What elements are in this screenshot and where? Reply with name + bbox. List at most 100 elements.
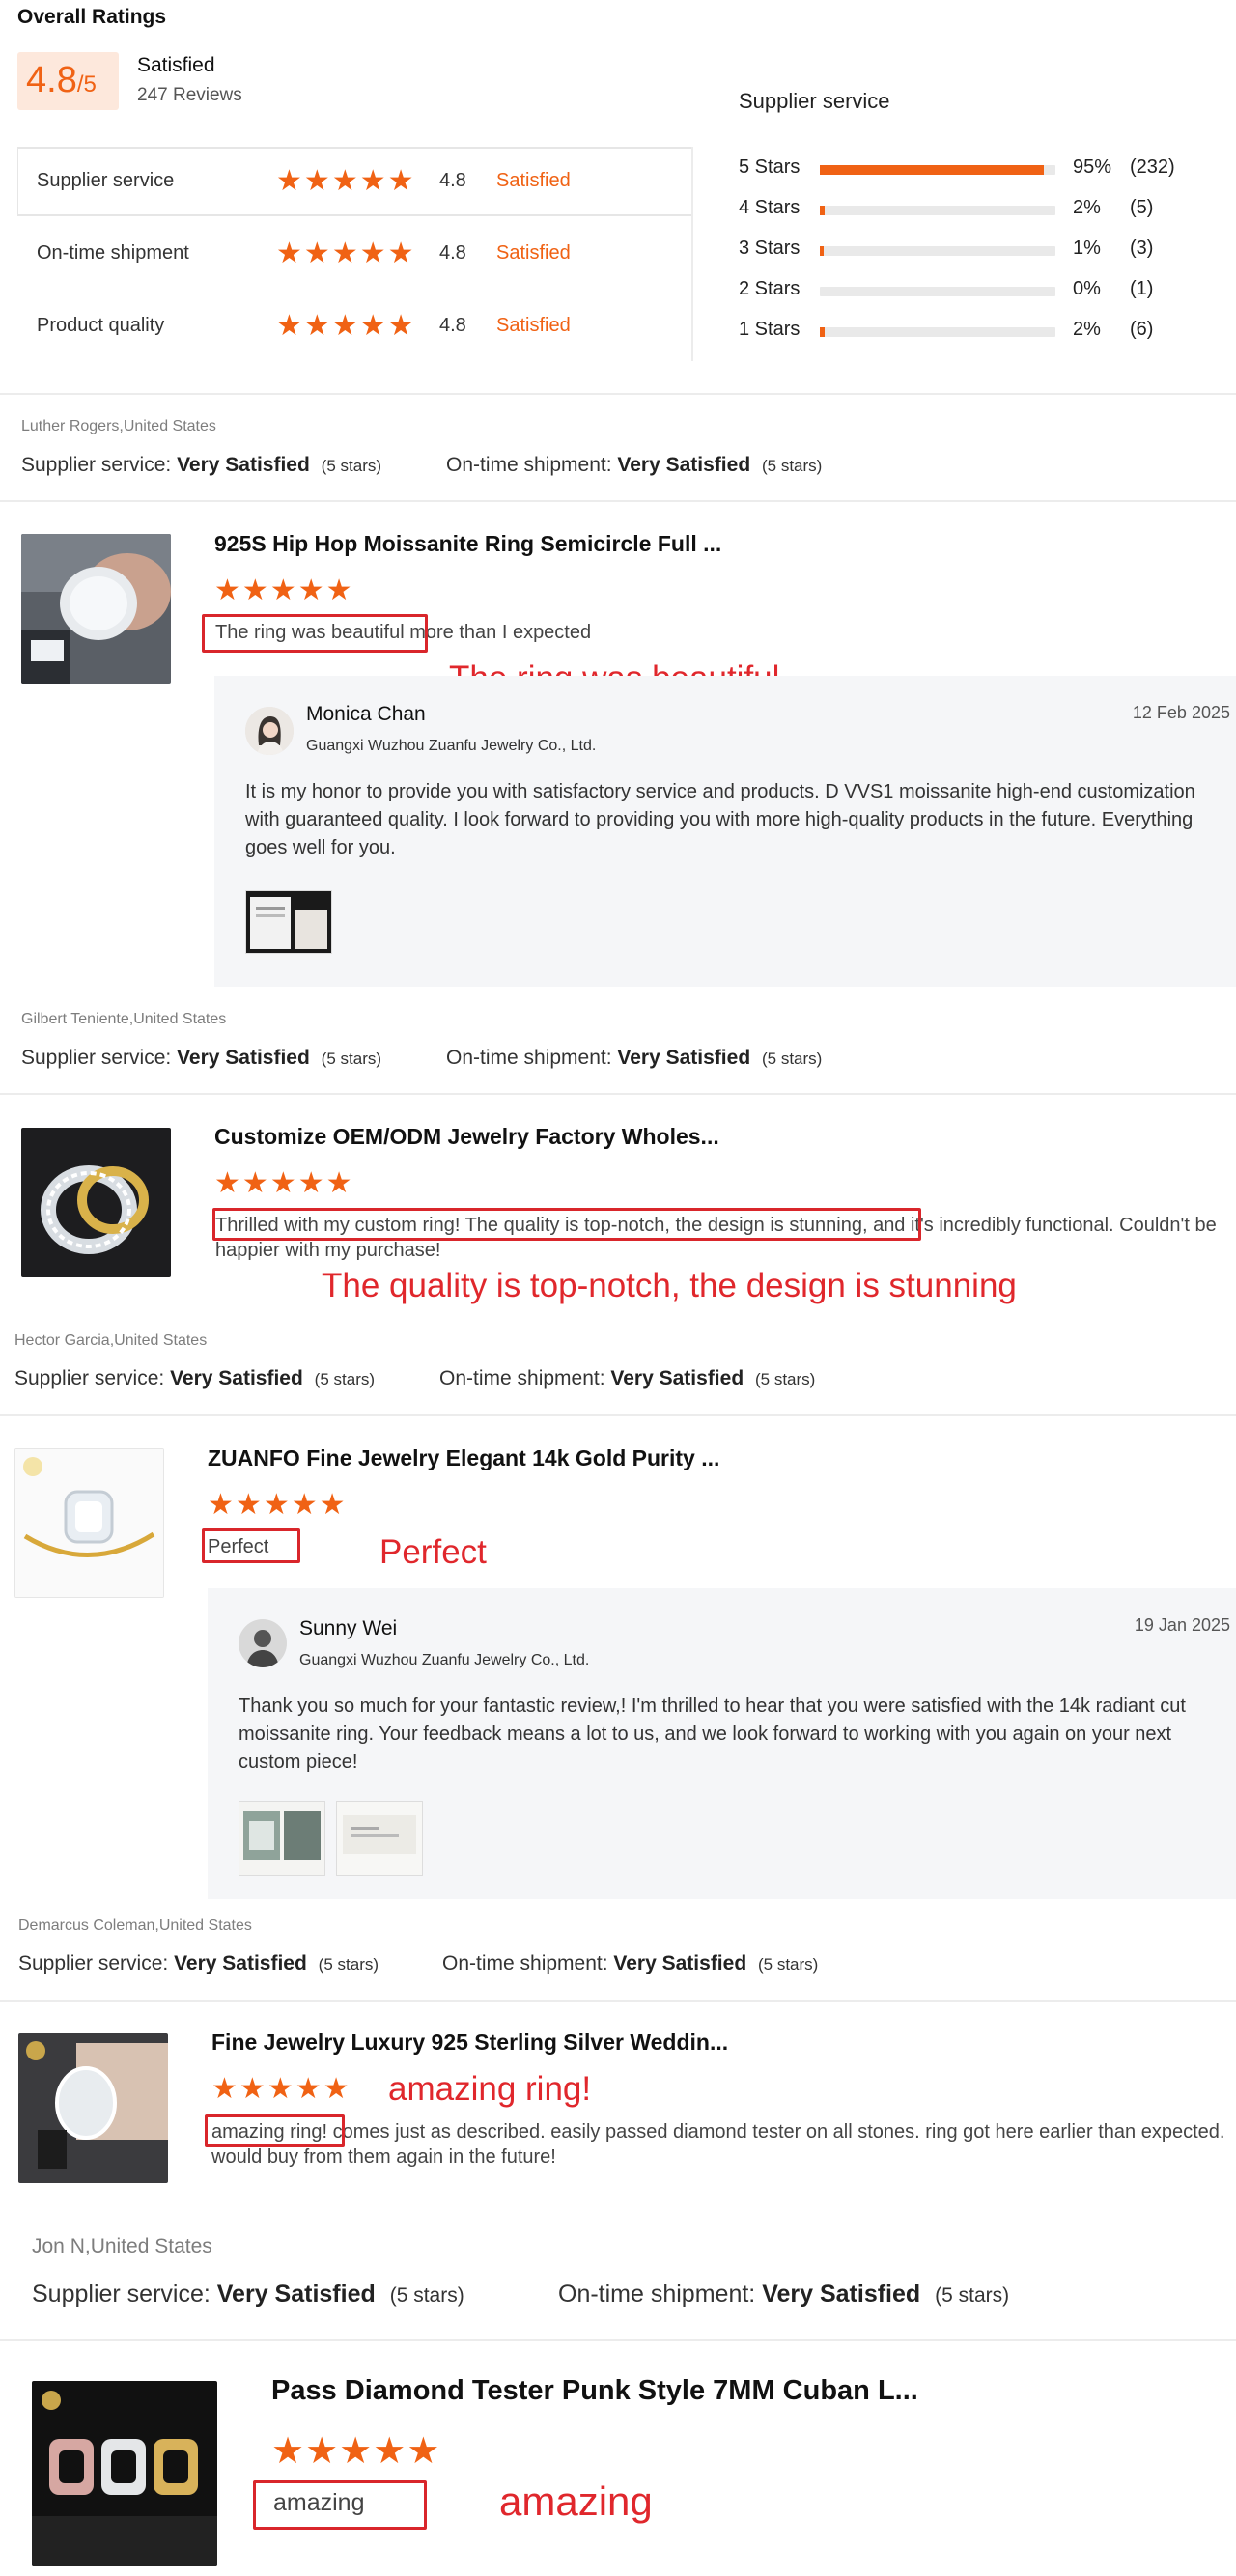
star-icon: ★ (359, 165, 387, 197)
review-meta-shipment: On-time shipment: Very Satisfied (5 star… (439, 1367, 815, 1390)
supplier-service-value: Very Satisfied (177, 454, 310, 476)
star-icon: ★ (303, 165, 331, 197)
product-thumbnail[interactable] (32, 2381, 217, 2566)
review-stars: ★ ★ ★ ★ ★ (208, 1491, 347, 1520)
star-icon: ★ (269, 1167, 297, 1199)
review-stars: ★ ★ ★ ★ ★ (271, 2433, 439, 2470)
product-title[interactable]: Pass Diamond Tester Punk Style 7MM Cuban… (271, 2375, 918, 2407)
annotation-box (202, 614, 428, 653)
distribution-row: 3 Stars 1% (3) (739, 236, 1222, 265)
star-icon: ★ (325, 1167, 353, 1199)
star-icon: ★ (319, 1489, 347, 1521)
star-icon: ★ (235, 1489, 263, 1521)
annotation-note: The quality is top-notch, the design is … (322, 1267, 1017, 1304)
reviewer-name: Gilbert Teniente,United States (21, 1011, 227, 1027)
product-thumbnail[interactable] (21, 1128, 171, 1277)
star-icon: ★ (291, 1489, 319, 1521)
category-name: On-time shipment (37, 242, 189, 264)
reviewer-name: Hector Garcia,United States (14, 1332, 208, 1349)
star-icon: ★ (297, 1167, 325, 1199)
review-meta-shipment: On-time shipment: Very Satisfied (5 star… (442, 1952, 818, 1975)
distribution-label: 1 Stars (739, 319, 801, 340)
reply-text: Thank you so much for your fantastic rev… (239, 1695, 1186, 1773)
reply-attachment[interactable] (336, 1801, 423, 1876)
attachment-image (246, 891, 331, 953)
annotation-box (202, 1528, 300, 1563)
on-time-shipment-stars: (5 stars) (935, 2284, 1010, 2307)
ring-image (15, 1449, 163, 1597)
reviewer-name: Jon N,United States (32, 2235, 212, 2257)
product-title[interactable]: Fine Jewelry Luxury 925 Sterling Silver … (211, 2030, 728, 2056)
supplier-service-stars: (5 stars) (314, 1370, 376, 1388)
distribution-bar-track (820, 287, 1055, 296)
ring-image (21, 534, 171, 684)
section-divider (0, 393, 1236, 395)
star-icon: ★ (373, 2431, 407, 2472)
category-stars: ★ ★ ★ ★ ★ (276, 167, 415, 196)
distribution-row: 5 Stars 95% (232) (739, 154, 1222, 183)
review-stars: ★ ★ ★ ★ ★ (214, 576, 353, 605)
reviewer-name: Demarcus Coleman,United States (18, 1918, 252, 1934)
reply-attachment[interactable] (245, 890, 332, 954)
overall-heading: Overall Ratings (17, 6, 167, 28)
category-row-product-quality: Product quality ★ ★ ★ ★ ★ 4.8 Satisfied (37, 310, 616, 342)
review-divider (0, 1093, 1236, 1095)
star-icon: ★ (239, 2073, 267, 2105)
reply-attachment[interactable] (239, 1801, 325, 1876)
star-icon: ★ (276, 238, 303, 269)
ring-image (21, 1128, 171, 1277)
reply-author: Sunny Wei (299, 1617, 398, 1639)
distribution-bar-fill (820, 206, 825, 215)
category-stars: ★ ★ ★ ★ ★ (276, 239, 415, 268)
reply-company: Guangxi Wuzhou Zuanfu Jewelry Co., Ltd. (306, 738, 597, 754)
supplier-service-label: Supplier service: (21, 1047, 172, 1069)
star-icon: ★ (407, 2431, 440, 2472)
product-title[interactable]: Customize OEM/ODM Jewelry Factory Wholes… (214, 1124, 719, 1150)
review-meta: Supplier service: Very Satisfied (5 star… (21, 454, 381, 477)
distribution-count: (232) (1130, 156, 1175, 178)
category-label: Satisfied (496, 315, 571, 336)
on-time-shipment-stars: (5 stars) (762, 1050, 823, 1068)
star-icon: ★ (331, 310, 359, 342)
reply-date: 12 Feb 2025 (1132, 703, 1230, 722)
product-title[interactable]: 925S Hip Hop Moissanite Ring Semicircle … (214, 531, 721, 557)
supplier-reply: Sunny Wei Guangxi Wuzhou Zuanfu Jewelry … (208, 1588, 1236, 1899)
reply-company: Guangxi Wuzhou Zuanfu Jewelry Co., Ltd. (299, 1652, 590, 1668)
product-thumbnail[interactable] (18, 2033, 168, 2183)
distribution-bar-fill (820, 246, 824, 256)
review-meta: Supplier service: Very Satisfied (5 star… (14, 1367, 375, 1390)
distribution-label: 4 Stars (739, 197, 801, 218)
supplier-service-value: Very Satisfied (174, 1952, 307, 1974)
star-icon: ★ (303, 238, 331, 269)
supplier-service-stars: (5 stars) (321, 1050, 382, 1068)
star-icon: ★ (387, 165, 415, 197)
product-thumbnail[interactable] (14, 1448, 164, 1598)
star-icon: ★ (303, 310, 331, 342)
supplier-service-label: Supplier service: (21, 454, 172, 476)
supplier-service-stars: (5 stars) (389, 2284, 464, 2307)
category-vertical-divider (691, 147, 693, 361)
star-icon: ★ (295, 2073, 323, 2105)
star-icon: ★ (276, 165, 303, 197)
category-row-supplier-service: Supplier service ★ ★ ★ ★ ★ 4.8 Satisfied (37, 167, 616, 197)
star-icon: ★ (297, 574, 325, 606)
annotation-note: Perfect (379, 1533, 487, 1571)
review-meta: Supplier service: Very Satisfied (5 star… (32, 2281, 464, 2309)
star-icon: ★ (387, 310, 415, 342)
star-icon: ★ (214, 1167, 241, 1199)
product-title[interactable]: ZUANFO Fine Jewelry Elegant 14k Gold Pur… (208, 1445, 719, 1471)
star-icon: ★ (339, 2431, 373, 2472)
distribution-bar-track (820, 327, 1055, 337)
star-icon: ★ (331, 165, 359, 197)
review-meta: Supplier service: Very Satisfied (5 star… (21, 1047, 381, 1070)
supplier-service-value: Very Satisfied (216, 2281, 376, 2308)
overall-review-count: 247 Reviews (137, 85, 242, 105)
person-avatar-icon (239, 1619, 287, 1667)
on-time-shipment-label: On-time shipment: (446, 1047, 612, 1069)
distribution-percent: 0% (1073, 278, 1101, 299)
review-divider (0, 2000, 1236, 2002)
category-label: Satisfied (496, 170, 571, 191)
star-icon: ★ (276, 310, 303, 342)
product-thumbnail[interactable] (21, 534, 171, 684)
distribution-bar-track (820, 246, 1055, 256)
